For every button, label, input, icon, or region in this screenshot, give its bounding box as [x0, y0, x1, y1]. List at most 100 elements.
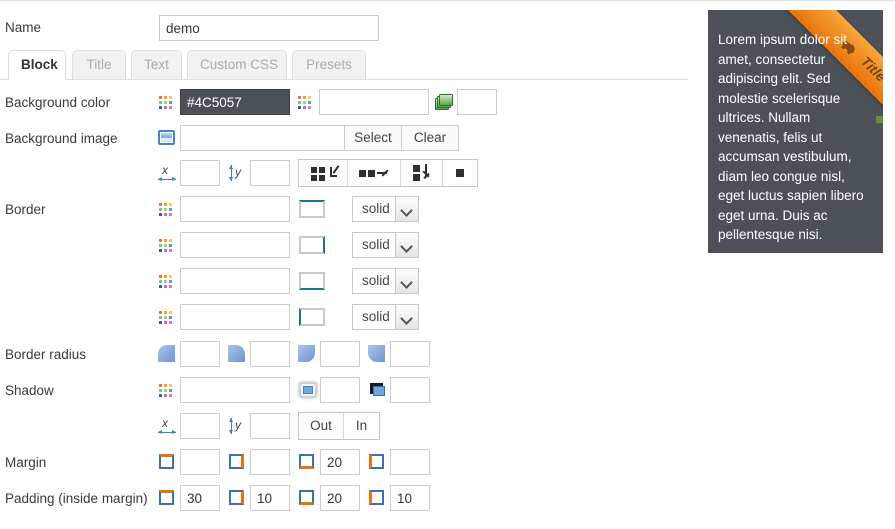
- radius-bottom-right-input[interactable]: [320, 341, 360, 367]
- no-repeat-button[interactable]: [443, 160, 477, 186]
- background-image-input[interactable]: [180, 125, 345, 151]
- border-left-width-input[interactable]: [180, 304, 290, 330]
- border-row-left: solid: [0, 304, 700, 332]
- offset-x-label: x: [162, 163, 168, 177]
- corner-top-left-icon: [158, 345, 175, 362]
- border-bottom-width-input[interactable]: [180, 268, 290, 294]
- shadow-offset-x-label: x: [162, 416, 168, 430]
- chevron-down-icon[interactable]: [395, 269, 418, 293]
- margin-row: Margin: [0, 449, 700, 477]
- shadow-offset-row: x y Out In: [0, 412, 700, 441]
- border-row-bottom: solid: [0, 268, 700, 296]
- name-label: Name: [5, 20, 42, 35]
- border-top-style-select[interactable]: solid: [352, 196, 419, 222]
- tab-block[interactable]: Block: [8, 50, 66, 80]
- repeat-both-button[interactable]: [299, 160, 348, 186]
- border-left-style-value: solid: [362, 309, 390, 324]
- tab-bar: Block Title Text Custom CSS Presets: [0, 50, 700, 80]
- radius-top-right-input[interactable]: [250, 341, 290, 367]
- margin-top-icon: [159, 454, 174, 469]
- name-input[interactable]: [159, 15, 379, 41]
- margin-label: Margin: [5, 455, 47, 470]
- preview-panel: Title Lorem ipsum dolor sit amet, consec…: [708, 10, 883, 253]
- offset-y-label: y: [235, 165, 241, 179]
- tab-title[interactable]: Title: [72, 50, 126, 79]
- border-left-style-select[interactable]: solid: [352, 304, 419, 330]
- chevron-down-icon[interactable]: [395, 197, 418, 221]
- border-right-style-select[interactable]: solid: [352, 232, 419, 258]
- margin-top-input[interactable]: [180, 449, 220, 475]
- padding-left-input[interactable]: [390, 485, 430, 511]
- shadow-out-button[interactable]: Out: [299, 413, 344, 439]
- border-row-top: Border solid: [0, 196, 700, 224]
- radius-top-left-input[interactable]: [180, 341, 220, 367]
- background-position-row: x y: [0, 159, 700, 188]
- corner-bottom-left-icon: [368, 345, 385, 362]
- shadow-blur-icon: [300, 383, 316, 397]
- shadow-blur-input[interactable]: [320, 377, 360, 403]
- margin-bottom-input[interactable]: [320, 449, 360, 475]
- tab-text[interactable]: Text: [131, 50, 182, 79]
- tab-presets[interactable]: Presets: [292, 50, 366, 79]
- repeat-y-button[interactable]: [401, 160, 443, 186]
- background-image-row: Background image Select Clear: [0, 125, 700, 153]
- border-top-width-input[interactable]: [180, 196, 290, 222]
- select-image-button[interactable]: Select: [344, 125, 402, 151]
- shadow-offset-y-icon: y: [228, 416, 246, 436]
- gradient-layers-icon[interactable]: [435, 94, 453, 110]
- padding-right-input[interactable]: [250, 485, 290, 511]
- background-repeat-group: [298, 159, 478, 187]
- border-top-style-value: solid: [362, 201, 390, 216]
- image-icon[interactable]: [158, 130, 175, 145]
- shadow-offset-x-icon: x: [158, 416, 176, 436]
- no-repeat-icon: [443, 160, 477, 186]
- chevron-down-icon[interactable]: [395, 233, 418, 257]
- background-color-third-input[interactable]: [457, 89, 497, 115]
- margin-left-input[interactable]: [390, 449, 430, 475]
- border-right-style-value: solid: [362, 237, 390, 252]
- color-picker-icon-border-right[interactable]: [159, 239, 174, 254]
- shadow-spread-input[interactable]: [390, 377, 430, 403]
- margin-right-input[interactable]: [250, 449, 290, 475]
- padding-row: Padding (inside margin): [0, 485, 700, 513]
- color-picker-icon-border-bottom[interactable]: [159, 275, 174, 290]
- repeat-y-icon: [401, 160, 442, 186]
- background-offset-x-input[interactable]: [180, 160, 220, 186]
- margin-right-icon: [229, 454, 244, 469]
- color-picker-icon[interactable]: [159, 96, 174, 111]
- color-picker-icon-border-left[interactable]: [159, 311, 174, 326]
- border-bottom-style-select[interactable]: solid: [352, 268, 419, 294]
- color-picker-icon-2[interactable]: [298, 96, 313, 111]
- shadow-in-button[interactable]: In: [344, 413, 379, 439]
- shadow-offset-x-input[interactable]: [180, 413, 220, 439]
- clear-image-button[interactable]: Clear: [401, 125, 459, 151]
- background-color-input[interactable]: [180, 89, 290, 115]
- shadow-offset-y-input[interactable]: [250, 413, 290, 439]
- margin-bottom-icon: [299, 454, 314, 469]
- color-picker-icon-border-top[interactable]: [159, 203, 174, 218]
- repeat-x-button[interactable]: [348, 160, 401, 186]
- padding-label: Padding (inside margin): [5, 491, 148, 506]
- shadow-label: Shadow: [5, 383, 54, 398]
- ribbon-nub-right: [876, 116, 883, 123]
- chevron-down-icon[interactable]: [395, 305, 418, 329]
- repeat-both-icon: [299, 160, 347, 186]
- radius-bottom-left-input[interactable]: [390, 341, 430, 367]
- background-offset-y-input[interactable]: [250, 160, 290, 186]
- border-right-width-input[interactable]: [180, 232, 290, 258]
- shadow-type-group: Out In: [298, 412, 380, 440]
- preview-text: Lorem ipsum dolor sit amet, consectetur …: [718, 32, 864, 242]
- color-picker-icon-shadow[interactable]: [159, 384, 174, 399]
- margin-left-icon: [369, 454, 384, 469]
- background-color-row: Background color: [0, 89, 700, 117]
- padding-top-icon: [159, 490, 174, 505]
- border-side-left-icon: [299, 308, 325, 326]
- background-color-second-input[interactable]: [319, 89, 429, 115]
- padding-top-input[interactable]: [180, 485, 220, 511]
- border-label: Border: [5, 202, 46, 217]
- padding-bottom-input[interactable]: [320, 485, 360, 511]
- padding-bottom-icon: [299, 490, 314, 505]
- border-side-right-icon: [299, 236, 325, 254]
- tab-custom-css[interactable]: Custom CSS: [187, 50, 287, 79]
- shadow-color-input[interactable]: [180, 377, 290, 403]
